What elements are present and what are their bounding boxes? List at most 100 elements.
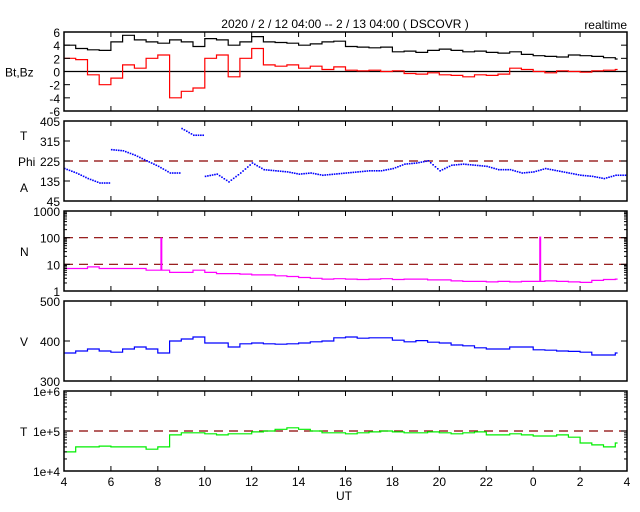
panel-label: A — [20, 181, 28, 195]
data-point-phi — [448, 165, 451, 168]
data-point-phi — [75, 172, 78, 174]
data-point-phi — [598, 176, 601, 179]
y-tick-label: 10 — [47, 258, 61, 272]
data-point-phi — [157, 165, 160, 168]
data-point-phi — [467, 163, 470, 166]
data-point-phi — [530, 171, 533, 173]
data-point-phi — [92, 179, 94, 182]
data-point-phi — [146, 160, 148, 162]
data-point-phi — [272, 169, 275, 172]
x-tick-label: 22 — [480, 475, 494, 489]
data-point-phi — [497, 168, 500, 171]
data-point-phi — [566, 171, 568, 174]
x-tick-label: 10 — [198, 475, 212, 489]
data-point-phi — [603, 177, 606, 180]
data-point-phi — [331, 173, 334, 176]
y-tick-label: 135 — [40, 175, 60, 189]
data-point-phi — [122, 150, 125, 152]
data-point-phi — [300, 173, 303, 175]
data-point-phi — [185, 130, 188, 133]
panel-frame — [63, 300, 628, 382]
data-point-phi — [120, 149, 122, 152]
data-point-phi — [558, 170, 561, 173]
data-point-phi — [228, 181, 230, 183]
data-point-phi — [319, 174, 322, 176]
data-point-phi — [143, 158, 146, 161]
x-tick-label: 8 — [154, 475, 161, 489]
data-point-phi — [242, 170, 244, 172]
panel-1: 40531522513545TPhiA — [18, 115, 628, 209]
data-point-phi — [80, 174, 83, 177]
y-tick-label: 2 — [53, 52, 60, 66]
data-point-phi — [298, 173, 301, 175]
panel-frame — [63, 390, 628, 472]
data-point-phi — [347, 172, 350, 174]
data-point-phi — [284, 170, 287, 173]
data-point-phi — [225, 179, 228, 182]
data-point-phi — [584, 174, 587, 177]
data-point-phi — [507, 168, 509, 171]
data-point-phi — [533, 171, 535, 173]
data-point-phi — [615, 174, 617, 177]
data-point-phi — [547, 168, 549, 170]
data-point-phi — [549, 168, 552, 171]
data-point-phi — [612, 175, 615, 177]
data-point-phi — [570, 172, 573, 175]
data-point-phi — [221, 176, 223, 179]
data-point-phi — [317, 173, 319, 176]
data-point-phi — [171, 172, 174, 174]
data-point-phi — [526, 171, 528, 174]
data-point-phi — [490, 166, 493, 169]
data-point-phi — [415, 162, 418, 164]
x-tick-label: 14 — [292, 475, 306, 489]
data-point-phi — [87, 177, 90, 180]
series-line-bt — [64, 34, 618, 60]
data-point-phi — [110, 148, 113, 151]
data-point-phi — [214, 173, 216, 176]
data-point-phi — [378, 170, 380, 172]
data-point-phi — [103, 182, 106, 184]
data-point-phi — [113, 149, 115, 151]
data-point-phi — [244, 168, 247, 170]
data-point-phi — [345, 172, 348, 174]
data-point-phi — [453, 164, 456, 166]
data-point-phi — [516, 170, 519, 173]
data-point-phi — [617, 174, 620, 177]
x-tick-label: 20 — [433, 475, 447, 489]
series-line-v — [64, 336, 618, 356]
data-point-phi — [204, 175, 207, 178]
data-point-phi — [197, 134, 200, 137]
data-point-phi — [371, 170, 373, 172]
data-point-phi — [124, 150, 127, 153]
panel-label: V — [20, 335, 28, 349]
data-point-phi — [544, 167, 547, 170]
data-point-phi — [150, 162, 153, 164]
data-point-phi — [207, 175, 209, 177]
data-point-phi — [286, 171, 289, 173]
data-point-phi — [568, 172, 570, 174]
data-point-phi — [605, 177, 608, 179]
data-point-phi — [601, 177, 603, 179]
data-point-phi — [209, 174, 212, 177]
data-point-phi — [200, 134, 202, 137]
panel-label: N — [20, 245, 29, 259]
y-tick-label: 1e+6 — [33, 385, 60, 399]
data-point-phi — [481, 165, 484, 167]
data-point-phi — [540, 169, 542, 171]
data-point-phi — [446, 166, 448, 169]
data-point-phi — [591, 175, 594, 178]
y-tick-label: 405 — [40, 115, 60, 129]
data-point-phi — [488, 166, 491, 168]
data-point-phi — [190, 133, 193, 135]
data-point-phi — [361, 170, 364, 173]
data-point-phi — [608, 176, 610, 179]
data-point-phi — [495, 168, 498, 170]
data-point-phi — [202, 134, 205, 137]
data-point-phi — [261, 167, 263, 170]
data-point-phi — [420, 161, 423, 163]
data-point-phi — [139, 156, 141, 159]
data-point-phi — [375, 170, 378, 172]
data-point-phi — [305, 172, 308, 175]
data-point-phi — [537, 169, 540, 172]
y-tick-label: 400 — [40, 335, 60, 349]
